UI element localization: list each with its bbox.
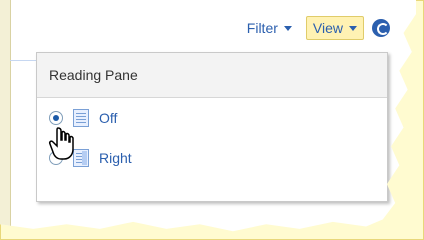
- chevron-down-icon: [349, 25, 357, 31]
- toolbar: Filter View: [10, 10, 390, 46]
- menu-item-off[interactable]: Off: [37, 98, 387, 138]
- pane-right-icon: [73, 149, 89, 167]
- divider-line: [10, 60, 36, 61]
- filter-button[interactable]: Filter: [241, 16, 298, 40]
- content-sheet: Filter View Reading Pane Off Right: [0, 0, 416, 232]
- hand-cursor-icon: [48, 126, 74, 160]
- chevron-down-icon: [283, 25, 292, 31]
- radio-off[interactable]: [49, 111, 63, 125]
- menu-item-right[interactable]: Right: [37, 138, 387, 178]
- menu-item-right-label: Right: [99, 150, 132, 166]
- filter-label: Filter: [246, 20, 278, 36]
- refresh-icon[interactable]: [372, 19, 390, 37]
- view-label: View: [312, 20, 343, 36]
- view-button[interactable]: View: [305, 16, 364, 40]
- menu-title: Reading Pane: [49, 67, 138, 83]
- menu-item-off-label: Off: [99, 110, 118, 126]
- pane-off-icon: [73, 109, 89, 127]
- reading-pane-menu: Reading Pane Off Right: [36, 52, 388, 202]
- menu-header: Reading Pane: [37, 53, 387, 98]
